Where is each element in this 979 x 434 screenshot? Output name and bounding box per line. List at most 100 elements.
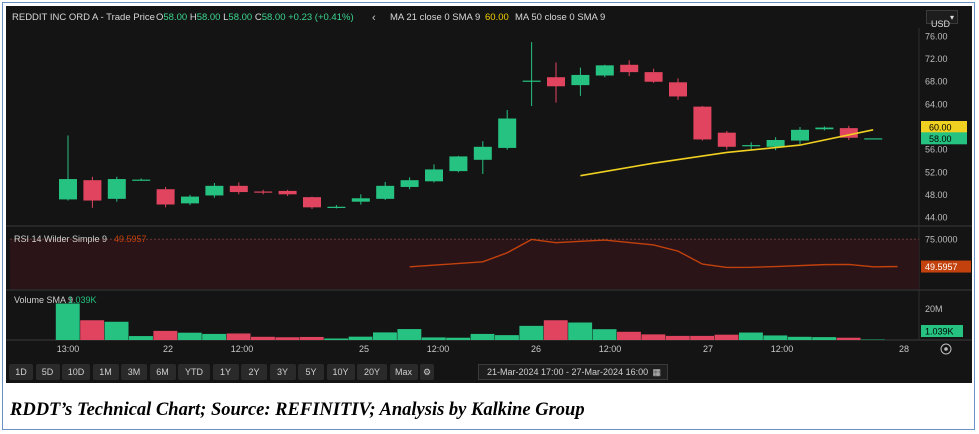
candle-body <box>278 190 297 195</box>
volume-bar <box>495 335 519 340</box>
candle-body <box>181 196 199 204</box>
timeframe-bar: 21-Mar-2024 17:00 - 27-Mar-2024 16:00 ▦ 1… <box>6 361 972 383</box>
candle-body <box>595 65 614 76</box>
candle-body <box>254 191 273 193</box>
volume-bar <box>787 336 812 340</box>
timeframe-button-20y[interactable]: 20Y <box>357 364 387 380</box>
price-tick-label: 56.00 <box>925 145 948 155</box>
chart-svg: 76.00 72.00 68.00 64.00 60.00 56.00 52.00 48.00… <box>6 28 972 355</box>
candle-body <box>327 206 346 208</box>
candle-body <box>644 72 663 82</box>
timeframe-button-3m[interactable]: 3M <box>121 364 147 380</box>
candle-body <box>815 127 834 130</box>
volume-bar <box>275 337 300 340</box>
volume-bar <box>104 321 129 340</box>
candle-body <box>571 74 590 86</box>
volume-bar <box>397 329 422 340</box>
volume-bar <box>665 335 690 340</box>
candle-body <box>473 146 492 160</box>
volume-bar <box>177 332 202 340</box>
price-tick-label: 48.00 <box>925 190 948 200</box>
price-badge-label: 58.00 <box>929 134 952 144</box>
volume-bar <box>324 338 349 340</box>
rsi-zone <box>10 239 919 289</box>
volume-bar <box>690 335 715 340</box>
volume-label: Volume SMA 9 <box>14 295 73 305</box>
timeframe-button-ytd[interactable]: YTD <box>178 364 210 380</box>
timeframe-settings-icon[interactable]: ⚙ <box>420 364 434 380</box>
candle-body <box>669 82 687 97</box>
timeframe-button-5d[interactable]: 5D <box>35 364 60 380</box>
volume-bar <box>714 334 739 340</box>
candle-body <box>449 156 468 172</box>
timeframe-button-3y[interactable]: 3Y <box>269 364 296 380</box>
candle-body <box>229 185 248 193</box>
volume-bar <box>812 337 837 340</box>
volume-bar <box>153 330 178 340</box>
rsi-badge-label: 49.5957 <box>925 262 958 272</box>
timeframe-button-10y[interactable]: 10Y <box>326 364 355 380</box>
price-badge-label: 60.00 <box>929 123 952 133</box>
time-axis-label: 25 <box>359 344 369 354</box>
price-tick-label: 52.00 <box>925 167 948 177</box>
volume-bar <box>836 337 861 340</box>
volume-bar <box>763 335 788 340</box>
candle-body <box>83 180 102 201</box>
candle-body <box>303 197 321 208</box>
volume-bar <box>641 334 666 340</box>
candle-body <box>400 180 419 187</box>
candle-body <box>205 185 224 196</box>
volume-bar <box>299 336 324 340</box>
volume-bar <box>202 333 227 340</box>
date-range-input[interactable]: 21-Mar-2024 17:00 - 27-Mar-2024 16:00 ▦ <box>478 364 668 380</box>
volume-bar <box>519 325 544 340</box>
volume-badge-label: 1.039K <box>925 327 954 337</box>
time-axis-label: 27 <box>703 344 713 354</box>
candle-body <box>620 64 639 73</box>
volume-axis-label: 20M <box>925 304 943 314</box>
timeframe-button-1y[interactable]: 1Y <box>212 364 239 380</box>
price-tick-label: 72.00 <box>925 54 948 64</box>
time-axis-label: 26 <box>531 344 541 354</box>
time-axis-label: 12:00 <box>427 344 450 354</box>
time-axis-label: 13:00 <box>57 344 80 354</box>
candle-body <box>156 189 175 205</box>
rsi-label: RSI 14 Wilder Simple 9 <box>14 234 107 244</box>
volume-bar <box>568 322 593 340</box>
chart-panel: REDDIT INC ORD A - Trade Price O58.00 H5… <box>6 6 972 383</box>
timeframe-button-5y[interactable]: 5Y <box>298 364 324 380</box>
timeframe-button-1d[interactable]: 1D <box>9 364 33 380</box>
settings-icon-dot <box>944 347 948 351</box>
volume-bar <box>129 336 153 340</box>
volume-bar <box>617 331 641 340</box>
volume-bar <box>592 329 617 340</box>
calendar-icon: ▦ <box>652 367 661 377</box>
timeframe-button-10d[interactable]: 10D <box>62 364 90 380</box>
timeframe-button-1m[interactable]: 1M <box>92 364 119 380</box>
price-tick-label: 64.00 <box>925 99 948 109</box>
timeframe-button-2y[interactable]: 2Y <box>241 364 267 380</box>
volume-bar <box>80 320 105 340</box>
volume-bar <box>446 337 471 340</box>
candle-body <box>376 185 395 199</box>
candle-body <box>498 118 517 148</box>
candle-body <box>351 198 370 202</box>
volume-bar <box>421 337 446 340</box>
candle-body <box>766 140 785 147</box>
time-axis-label: 12:00 <box>771 344 794 354</box>
candle-body <box>791 129 809 141</box>
time-axis-label: 28 <box>899 344 909 354</box>
time-axis-label: 22 <box>163 344 173 354</box>
figure-caption: RDDT’s Technical Chart; Source: REFINITI… <box>10 400 585 420</box>
timeframe-button-max[interactable]: Max <box>389 364 418 380</box>
volume-bar <box>543 320 568 340</box>
timeframe-button-6m[interactable]: 6M <box>149 364 176 380</box>
volume-bar <box>739 332 763 340</box>
rsi-axis-label: 75.0000 <box>925 234 958 244</box>
volume-sma-value: 1.039K <box>68 295 97 305</box>
candle-body <box>693 106 712 140</box>
candle-body <box>547 77 565 87</box>
candle-body <box>59 179 77 200</box>
candle-body <box>425 169 443 182</box>
price-tick-label: 44.00 <box>925 213 948 223</box>
